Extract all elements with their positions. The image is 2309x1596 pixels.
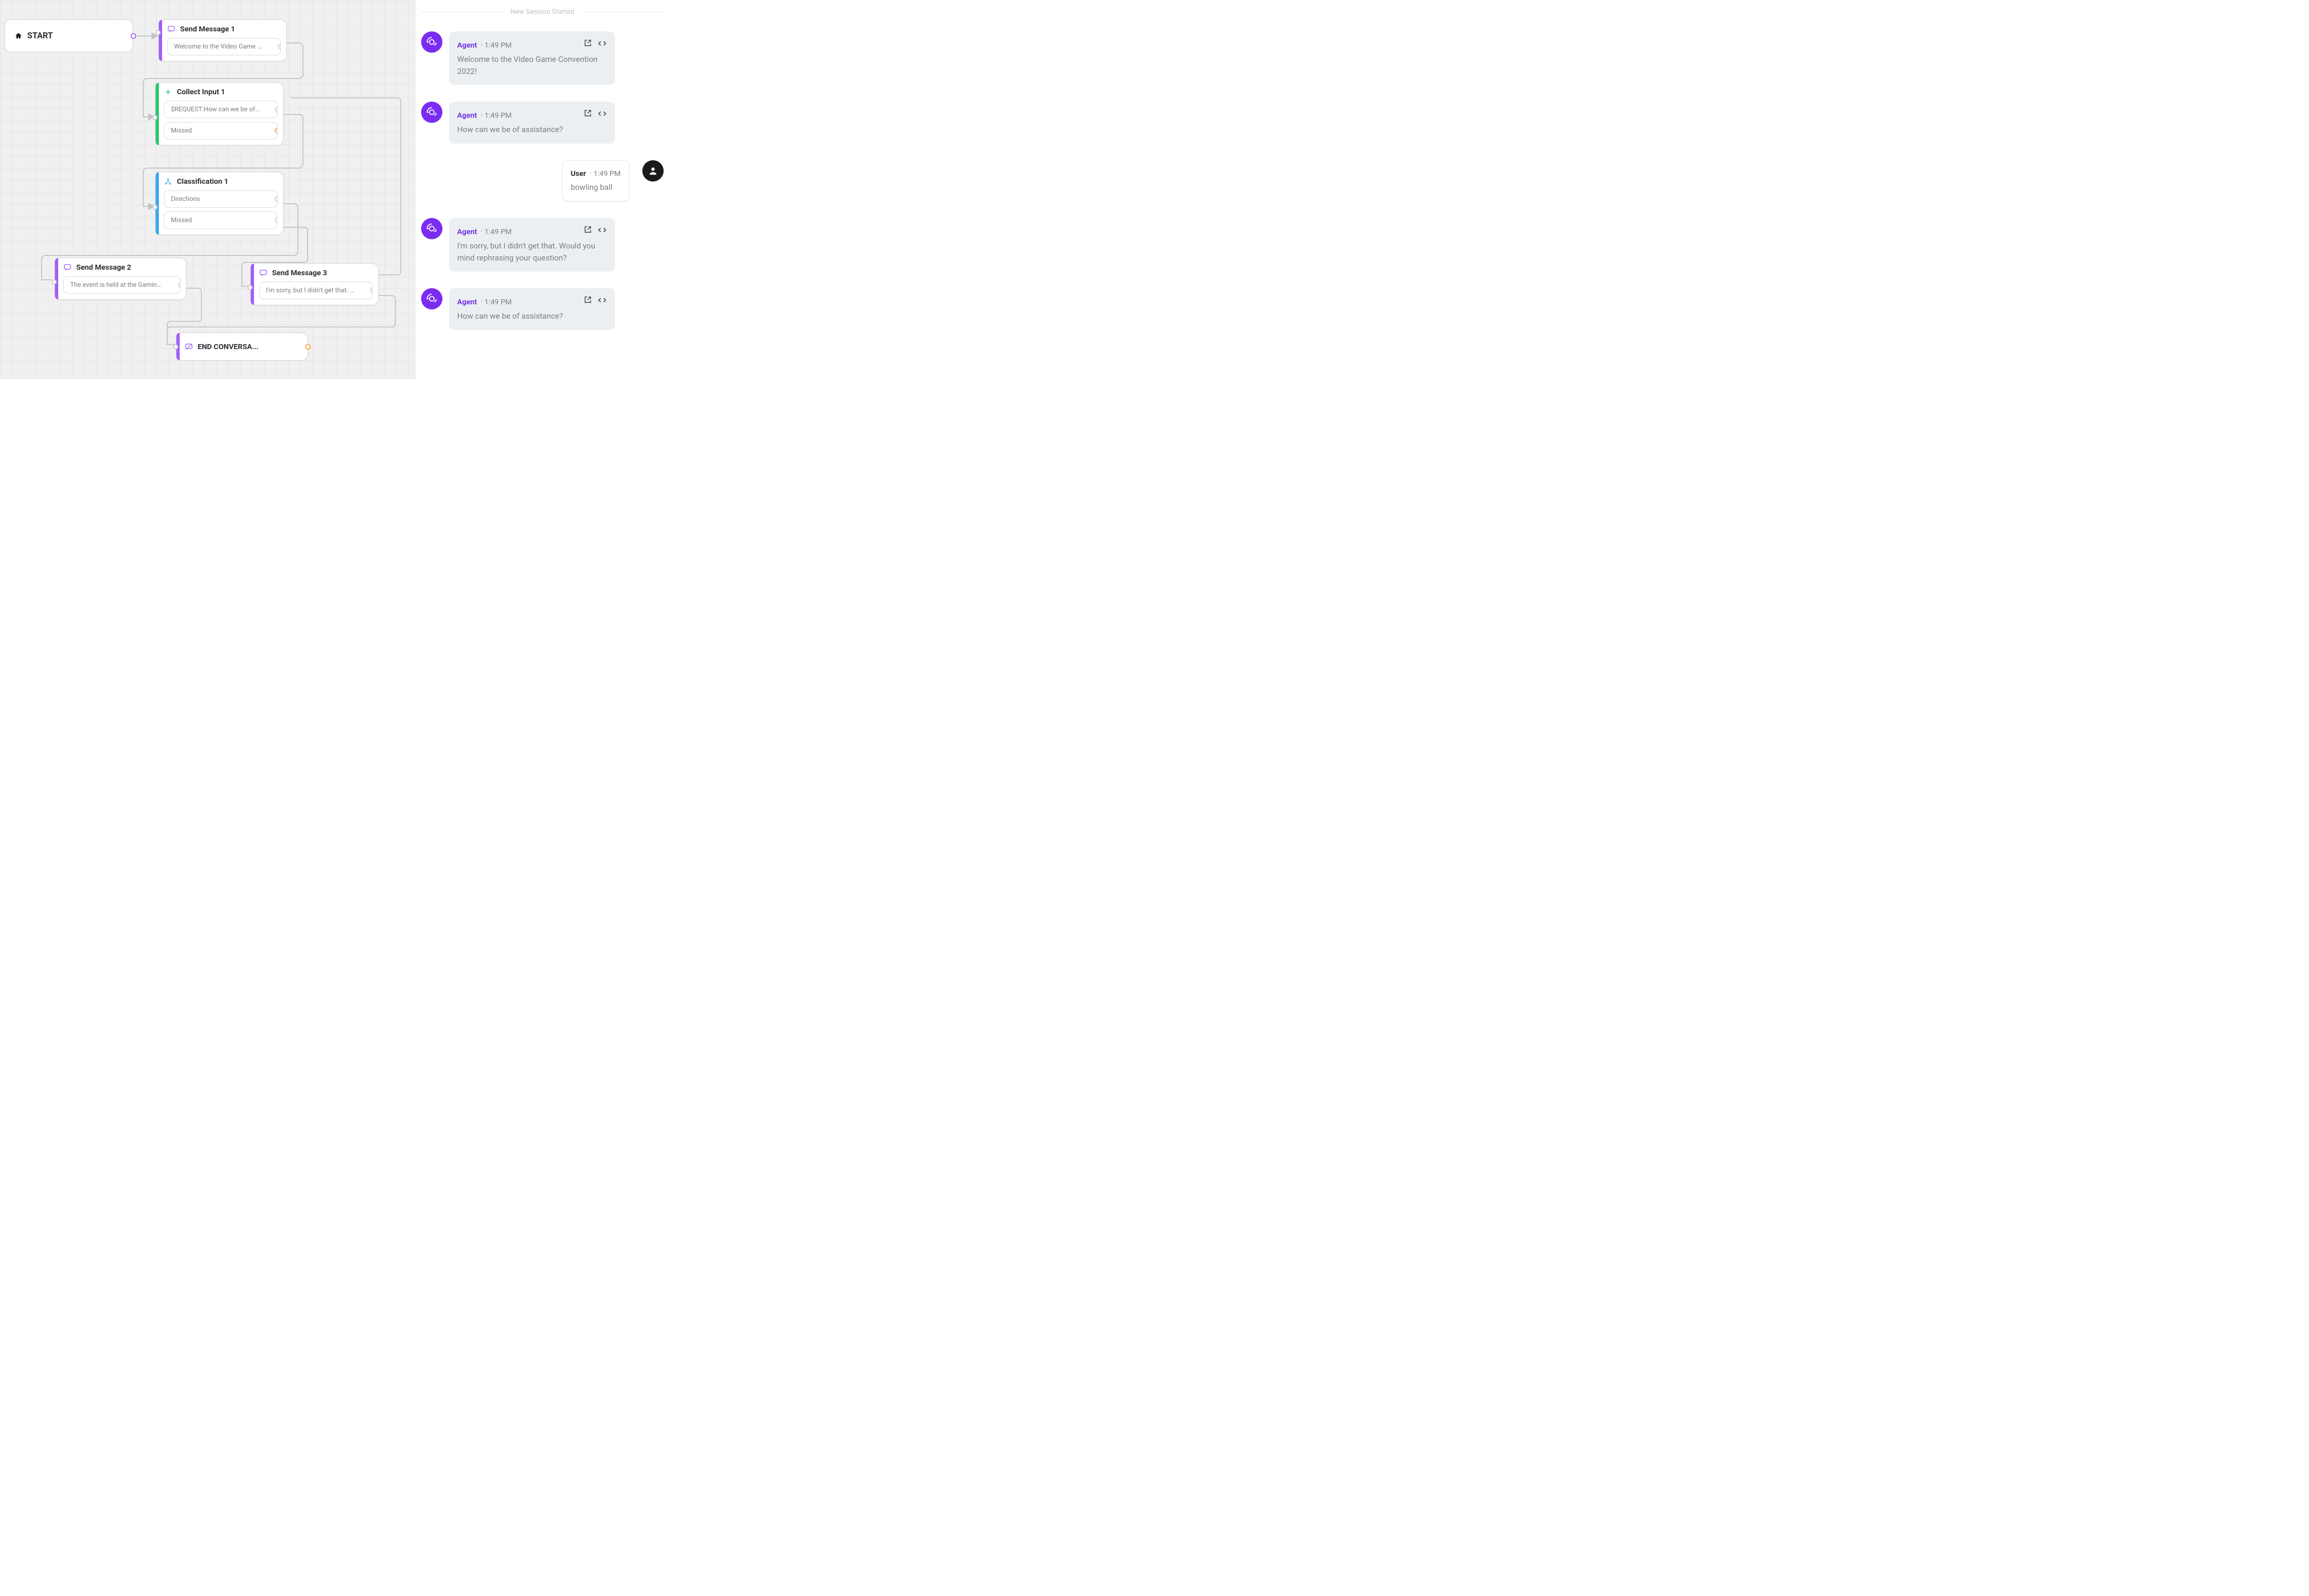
chat-message: User · 1:49 PM bowling ball xyxy=(477,160,664,202)
node-field-text: Missed xyxy=(171,217,192,224)
node-field[interactable]: Directions xyxy=(164,190,278,208)
port-in[interactable] xyxy=(248,285,253,290)
popout-icon[interactable] xyxy=(584,39,592,51)
node-classification-1[interactable]: Classification 1 Directions Missed xyxy=(155,172,284,235)
port-out[interactable] xyxy=(275,218,278,223)
message-icon xyxy=(63,263,72,272)
node-field-text: Missed xyxy=(171,127,192,134)
flow-canvas[interactable]: START Send Message 1 Welcome to the Vide… xyxy=(0,0,416,379)
popout-icon[interactable] xyxy=(584,296,592,308)
sender-name: Agent xyxy=(457,110,477,121)
agent-avatar xyxy=(421,288,442,309)
collect-input-icon xyxy=(164,88,172,96)
node-field[interactable]: I'm sorry, but I didn't get that. ... xyxy=(259,282,373,299)
sender-name: Agent xyxy=(457,226,477,237)
chat-bubble[interactable]: User · 1:49 PM bowling ball xyxy=(562,160,629,202)
agent-avatar xyxy=(421,218,442,239)
node-field[interactable]: Welcome to the Video Game Co... xyxy=(167,38,281,55)
node-title: Collect Input 1 xyxy=(177,87,225,96)
node-collect-input-1[interactable]: Collect Input 1 $REQUEST:How can we be o… xyxy=(155,82,284,145)
node-field-text: $REQUEST:How can we be of assis xyxy=(171,106,272,113)
port-out[interactable] xyxy=(275,196,278,202)
node-title: Send Message 2 xyxy=(76,263,131,272)
port-in[interactable] xyxy=(152,205,157,210)
code-icon[interactable] xyxy=(598,39,607,51)
sender-name: Agent xyxy=(457,40,477,51)
node-field-text: Welcome to the Video Game Co... xyxy=(174,43,270,50)
port-out[interactable] xyxy=(275,128,278,133)
node-title: Classification 1 xyxy=(177,177,228,186)
node-end-conversation[interactable]: END CONVERSA... xyxy=(176,332,308,361)
message-body: I'm sorry, but I didn't get that. Would … xyxy=(457,241,607,264)
node-field-text: The event is held at the Gaming... xyxy=(70,281,166,289)
node-send-message-1[interactable]: Send Message 1 Welcome to the Video Game… xyxy=(158,19,287,61)
message-time: · 1:49 PM xyxy=(481,226,512,237)
message-time: · 1:49 PM xyxy=(590,168,621,179)
user-avatar xyxy=(642,160,664,181)
message-body: How can we be of assistance? xyxy=(457,124,607,136)
node-stripe xyxy=(156,172,159,235)
chat-bubble[interactable]: Agent · 1:49 PM Welcome to the Video Gam… xyxy=(449,31,615,85)
home-icon xyxy=(14,32,23,40)
code-icon[interactable] xyxy=(598,109,607,121)
message-body: bowling ball xyxy=(571,182,621,194)
message-icon xyxy=(259,269,267,277)
port-in[interactable] xyxy=(152,115,157,120)
chat-bubble[interactable]: Agent · 1:49 PM I'm sorry, but I didn't … xyxy=(449,218,615,272)
code-icon[interactable] xyxy=(598,225,607,238)
session-label: New Session Started xyxy=(510,7,574,16)
chat-bubble[interactable]: Agent · 1:49 PM How can we be of assista… xyxy=(449,288,615,330)
node-start[interactable]: START xyxy=(5,19,133,52)
node-send-message-3[interactable]: Send Message 3 I'm sorry, but I didn't g… xyxy=(250,263,379,305)
chat-message: Agent · 1:49 PM How can we be of assista… xyxy=(421,102,664,144)
sender-name: User xyxy=(571,168,586,179)
chat-message: Agent · 1:49 PM I'm sorry, but I didn't … xyxy=(421,218,664,272)
node-title: START xyxy=(27,31,53,41)
port-out[interactable] xyxy=(278,44,281,49)
port-in[interactable] xyxy=(173,344,178,349)
popout-icon[interactable] xyxy=(584,225,592,238)
node-field[interactable]: Missed xyxy=(164,212,278,229)
port-out[interactable] xyxy=(131,33,136,39)
node-title: END CONVERSA... xyxy=(198,342,259,351)
agent-avatar xyxy=(421,102,442,123)
message-time: · 1:49 PM xyxy=(481,40,512,51)
node-stripe xyxy=(251,264,254,305)
node-stripe xyxy=(156,83,159,145)
node-field[interactable]: The event is held at the Gaming... xyxy=(63,276,181,294)
message-body: How can we be of assistance? xyxy=(457,311,607,323)
node-title: Send Message 1 xyxy=(180,24,235,33)
node-send-message-2[interactable]: Send Message 2 The event is held at the … xyxy=(54,258,187,300)
sender-name: Agent xyxy=(457,296,477,308)
port-in[interactable] xyxy=(156,30,161,35)
port-out[interactable] xyxy=(370,288,373,293)
node-field-text: I'm sorry, but I didn't get that. ... xyxy=(266,287,355,294)
chat-bubble[interactable]: Agent · 1:49 PM How can we be of assista… xyxy=(449,102,615,144)
node-field-text: Directions xyxy=(171,195,200,203)
port-out[interactable] xyxy=(178,282,181,288)
message-time: · 1:49 PM xyxy=(481,296,512,308)
message-icon xyxy=(167,25,175,33)
classification-icon xyxy=(164,177,172,186)
agent-avatar xyxy=(421,31,442,53)
node-stripe xyxy=(159,20,162,61)
port-in[interactable] xyxy=(52,279,57,284)
port-out[interactable] xyxy=(275,107,278,112)
chat-message: Agent · 1:49 PM How can we be of assista… xyxy=(421,288,664,330)
node-field[interactable]: $REQUEST:How can we be of assis xyxy=(164,101,278,118)
session-separator: New Session Started xyxy=(421,7,664,16)
port-out[interactable] xyxy=(305,344,311,350)
message-body: Welcome to the Video Game Convention 202… xyxy=(457,54,607,78)
end-conversation-icon xyxy=(185,343,193,351)
message-time: · 1:49 PM xyxy=(481,110,512,121)
node-stripe xyxy=(55,258,58,299)
node-title: Send Message 3 xyxy=(272,268,327,277)
code-icon[interactable] xyxy=(598,296,607,308)
chat-panel: New Session Started Agent · 1:49 PM Welc… xyxy=(416,0,673,379)
node-field[interactable]: Missed xyxy=(164,122,278,139)
chat-message: Agent · 1:49 PM Welcome to the Video Gam… xyxy=(421,31,664,85)
popout-icon[interactable] xyxy=(584,109,592,121)
